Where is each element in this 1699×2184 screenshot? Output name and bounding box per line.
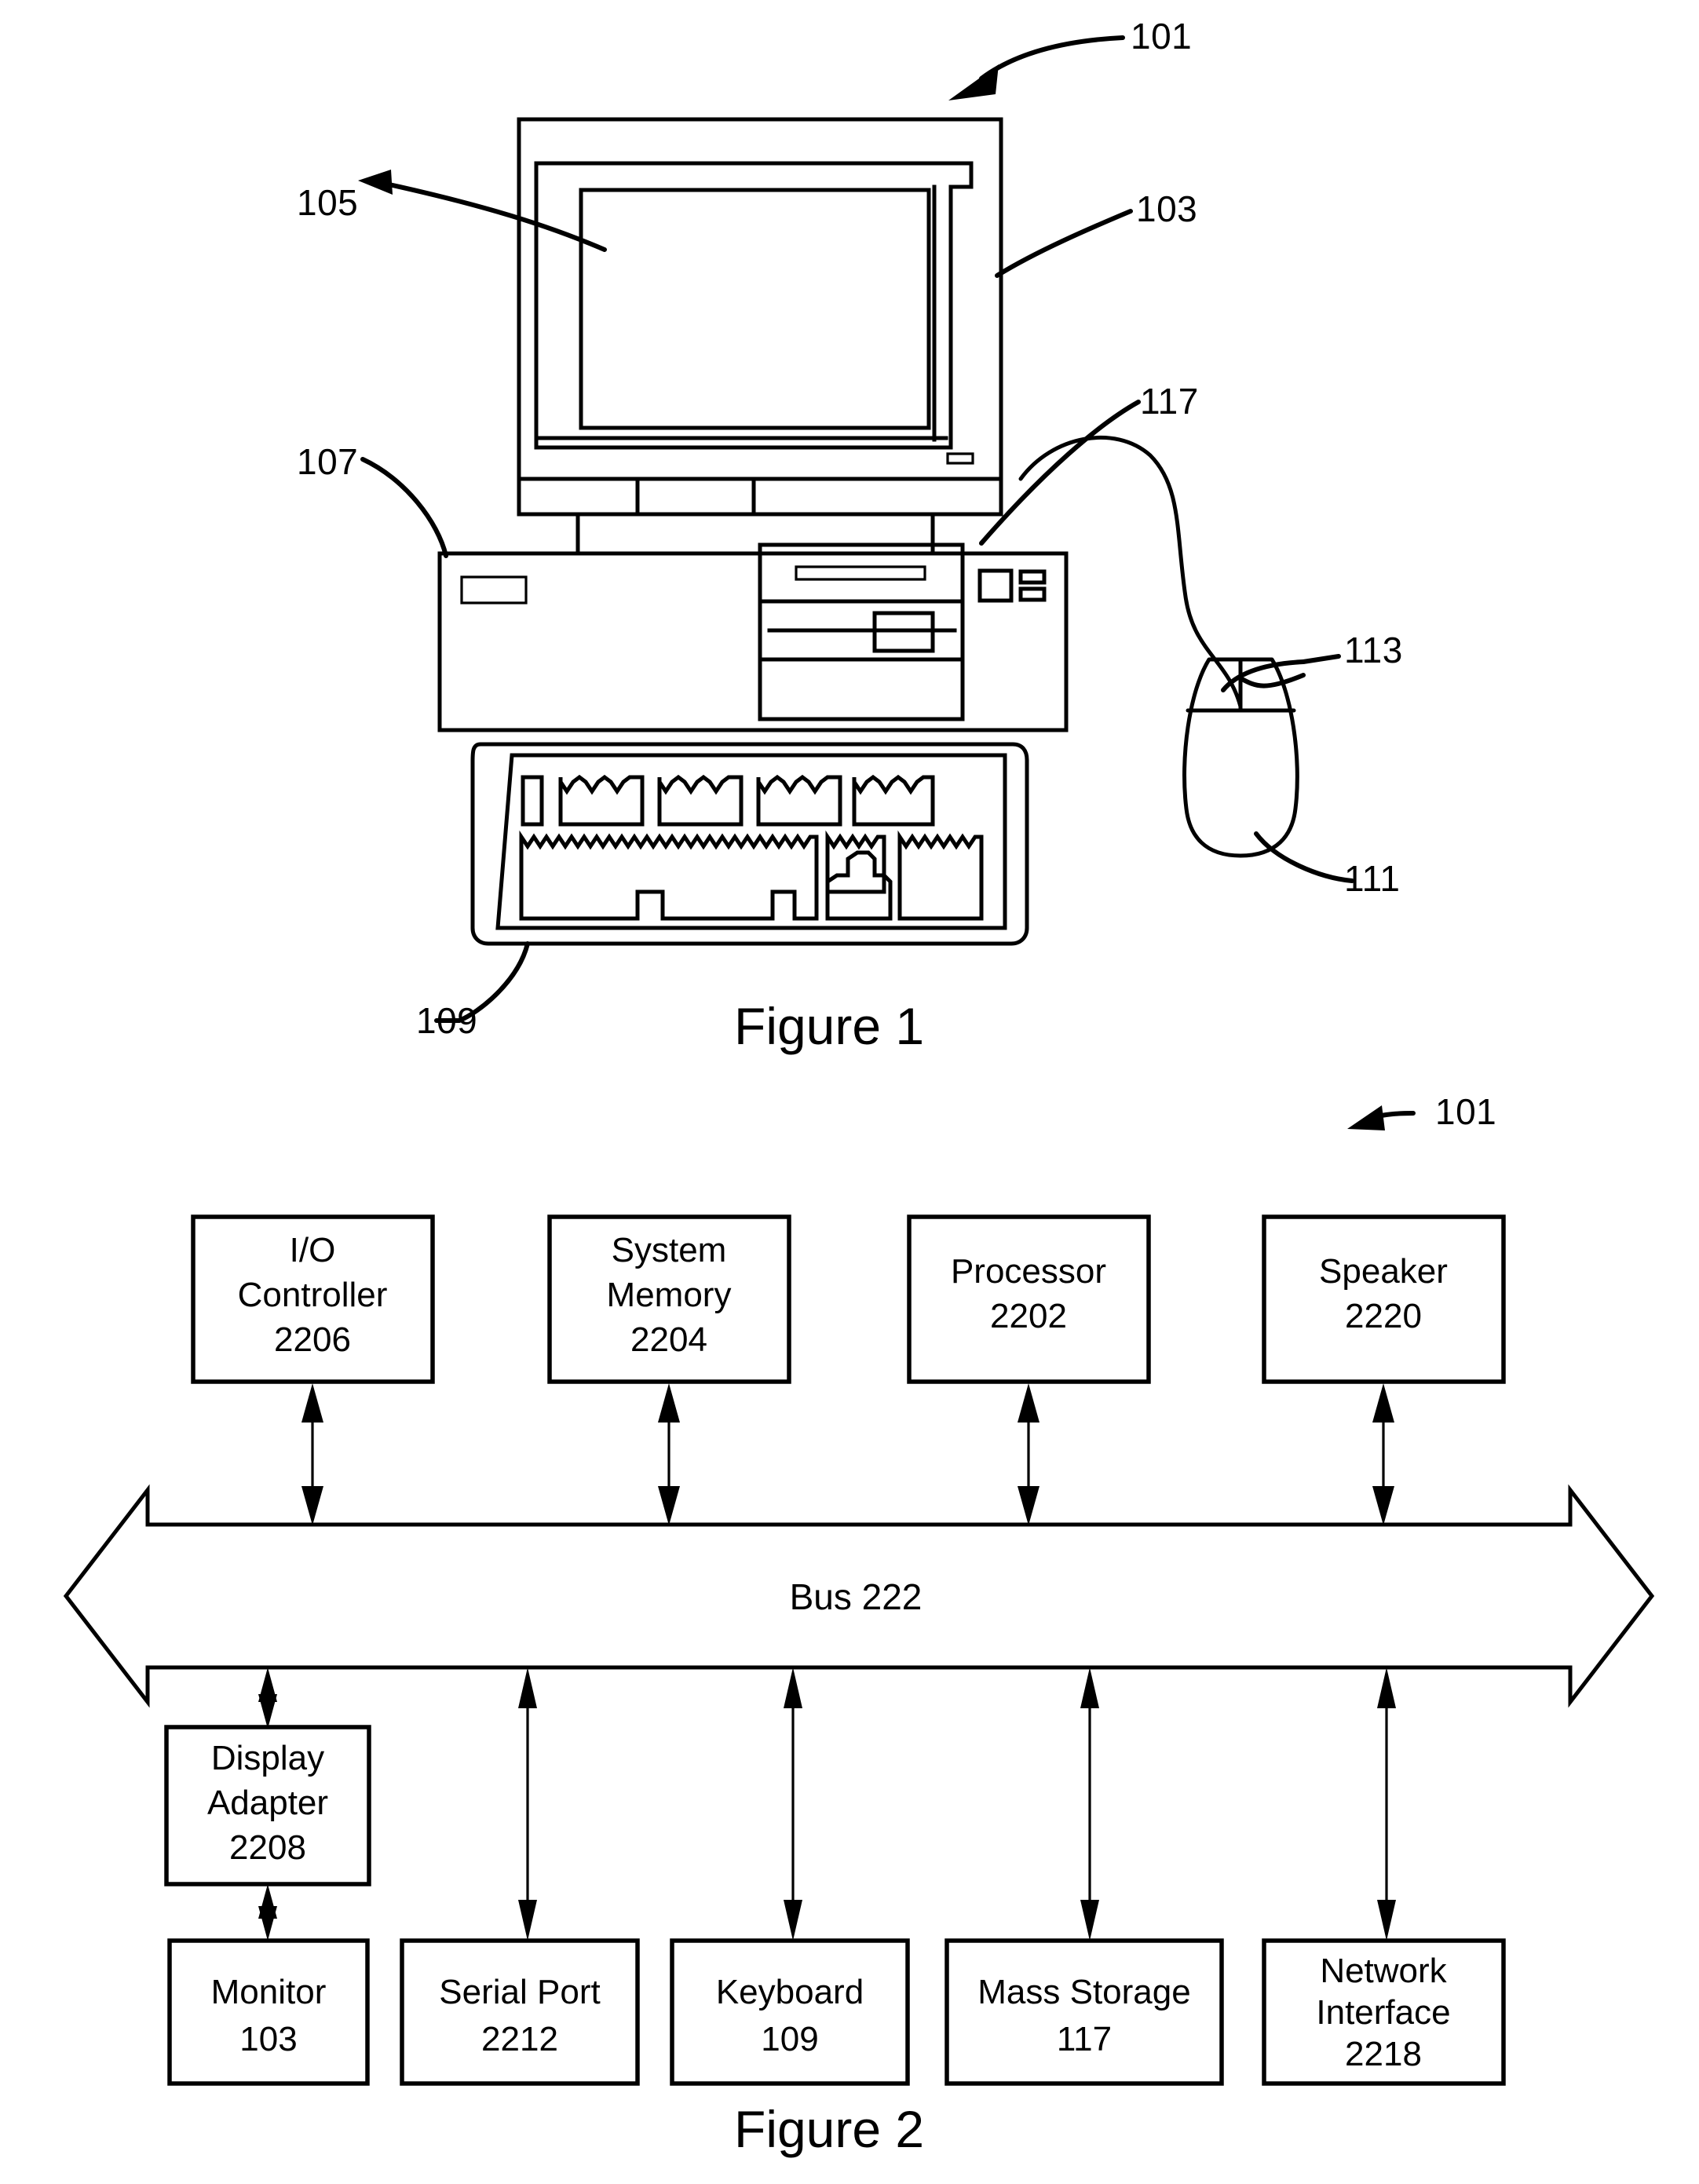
block-network-interface-numeral: 2218 <box>1345 2035 1422 2073</box>
block-processor-numeral: 2202 <box>990 1297 1067 1335</box>
display-screen <box>579 188 931 430</box>
block-network-interface-line1: Network <box>1320 1952 1447 1990</box>
connector-bus-to-display-adapter <box>258 1667 277 1729</box>
lead-line-117 <box>979 400 1141 546</box>
monitor-base <box>517 477 1003 517</box>
block-io-controller-numeral: 2206 <box>274 1320 351 1359</box>
lead-line-101-fig2 <box>1347 1105 1416 1130</box>
block-keyboard[interactable] <box>670 1938 910 2086</box>
ref-num-113: 113 <box>1344 630 1403 670</box>
block-speaker-line1: Speaker <box>1319 1252 1448 1291</box>
block-io-controller-line1: I/O <box>290 1231 336 1269</box>
block-monitor-line1: Monitor <box>211 1973 327 2011</box>
patent-drawing-sheet: 101 103 105 107 109 111 113 117 Figure 1… <box>0 0 1699 2184</box>
connector-mass-storage <box>1080 1667 1099 1941</box>
ref-num-109: 109 <box>416 1000 477 1041</box>
connector-io-controller <box>301 1383 323 1525</box>
lead-line-103 <box>995 209 1133 278</box>
block-mass-storage-numeral: 117 <box>1057 2020 1112 2058</box>
monitor-bezel <box>534 161 974 450</box>
monitor-power-indicator <box>946 452 974 465</box>
ref-num-101-fig2: 101 <box>1435 1091 1496 1132</box>
block-display-adapter-line1: Display <box>211 1739 324 1777</box>
connector-keyboard <box>784 1667 802 1941</box>
mouse-cable <box>1018 435 1243 709</box>
block-system-memory-line1: System <box>612 1231 727 1269</box>
bus-222-label: Bus 222 <box>790 1576 923 1617</box>
lead-line-101 <box>948 35 1125 100</box>
lead-line-105 <box>358 170 607 252</box>
port-square-icon <box>977 568 1014 603</box>
block-serial-port-numeral: 2212 <box>481 2020 558 2058</box>
connector-speaker <box>1372 1383 1394 1525</box>
keyboard-escape-key <box>521 775 544 827</box>
block-system-memory-line2: Memory <box>607 1276 732 1314</box>
ref-num-111: 111 <box>1344 858 1400 899</box>
figure-1-caption: Figure 1 <box>734 997 924 1055</box>
ref-num-103: 103 <box>1136 188 1197 229</box>
keyboard-function-group-4 <box>852 774 935 827</box>
block-monitor[interactable] <box>167 1938 370 2086</box>
block-keyboard-numeral: 109 <box>761 2020 818 2058</box>
ref-num-107: 107 <box>297 441 358 482</box>
block-serial-port[interactable] <box>400 1938 640 2086</box>
block-processor-line1: Processor <box>951 1252 1106 1291</box>
system-unit-case <box>437 551 1069 732</box>
connector-serial-port <box>518 1667 537 1941</box>
block-display-adapter-line2: Adapter <box>207 1784 328 1822</box>
connector-system-memory <box>658 1383 680 1525</box>
connector-network-interface <box>1377 1667 1396 1941</box>
ref-num-101-fig1: 101 <box>1131 16 1192 57</box>
lead-line-107 <box>360 457 448 558</box>
keyboard-numpad <box>897 830 984 921</box>
ref-num-105: 105 <box>297 182 358 223</box>
floppy-slot <box>795 565 926 581</box>
block-speaker-numeral: 2220 <box>1345 1297 1422 1335</box>
block-mass-storage-line1: Mass Storage <box>977 1973 1190 2011</box>
block-system-memory-numeral: 2204 <box>630 1320 707 1359</box>
drawing-canvas: 101 103 105 107 109 111 113 117 Figure 1… <box>63 16 1655 2158</box>
keyboard-main-block <box>519 830 819 921</box>
lead-line-111 <box>1254 831 1354 883</box>
block-keyboard-line1: Keyboard <box>716 1973 864 2011</box>
block-network-interface-line2: Interface <box>1316 1993 1450 2032</box>
keyboard-function-group-1 <box>558 774 645 827</box>
figure-1-group: 101 103 105 107 109 111 113 117 Figure 1 <box>297 16 1403 1055</box>
connector-display-adapter-to-monitor <box>258 1884 277 1941</box>
block-io-controller-line2: Controller <box>238 1276 388 1314</box>
port-slot-icon-bottom <box>1018 586 1047 602</box>
keyboard-function-group-2 <box>657 774 744 827</box>
block-display-adapter-numeral: 2208 <box>229 1828 306 1867</box>
figure-2-group: 101 I/O Controller 2206 System Memory 22… <box>63 1091 1655 2158</box>
block-monitor-numeral: 103 <box>239 2020 297 2058</box>
chassis-vent-slot <box>460 575 528 604</box>
keyboard-arrow-cluster <box>825 850 893 921</box>
ref-num-117: 117 <box>1140 381 1199 422</box>
block-serial-port-line1: Serial Port <box>439 1973 600 2011</box>
block-mass-storage[interactable] <box>944 1938 1224 2086</box>
port-slot-icon-top <box>1018 569 1047 585</box>
keyboard-function-group-3 <box>756 774 842 827</box>
figure-2-caption: Figure 2 <box>734 2100 924 2158</box>
connector-processor <box>1018 1383 1039 1525</box>
